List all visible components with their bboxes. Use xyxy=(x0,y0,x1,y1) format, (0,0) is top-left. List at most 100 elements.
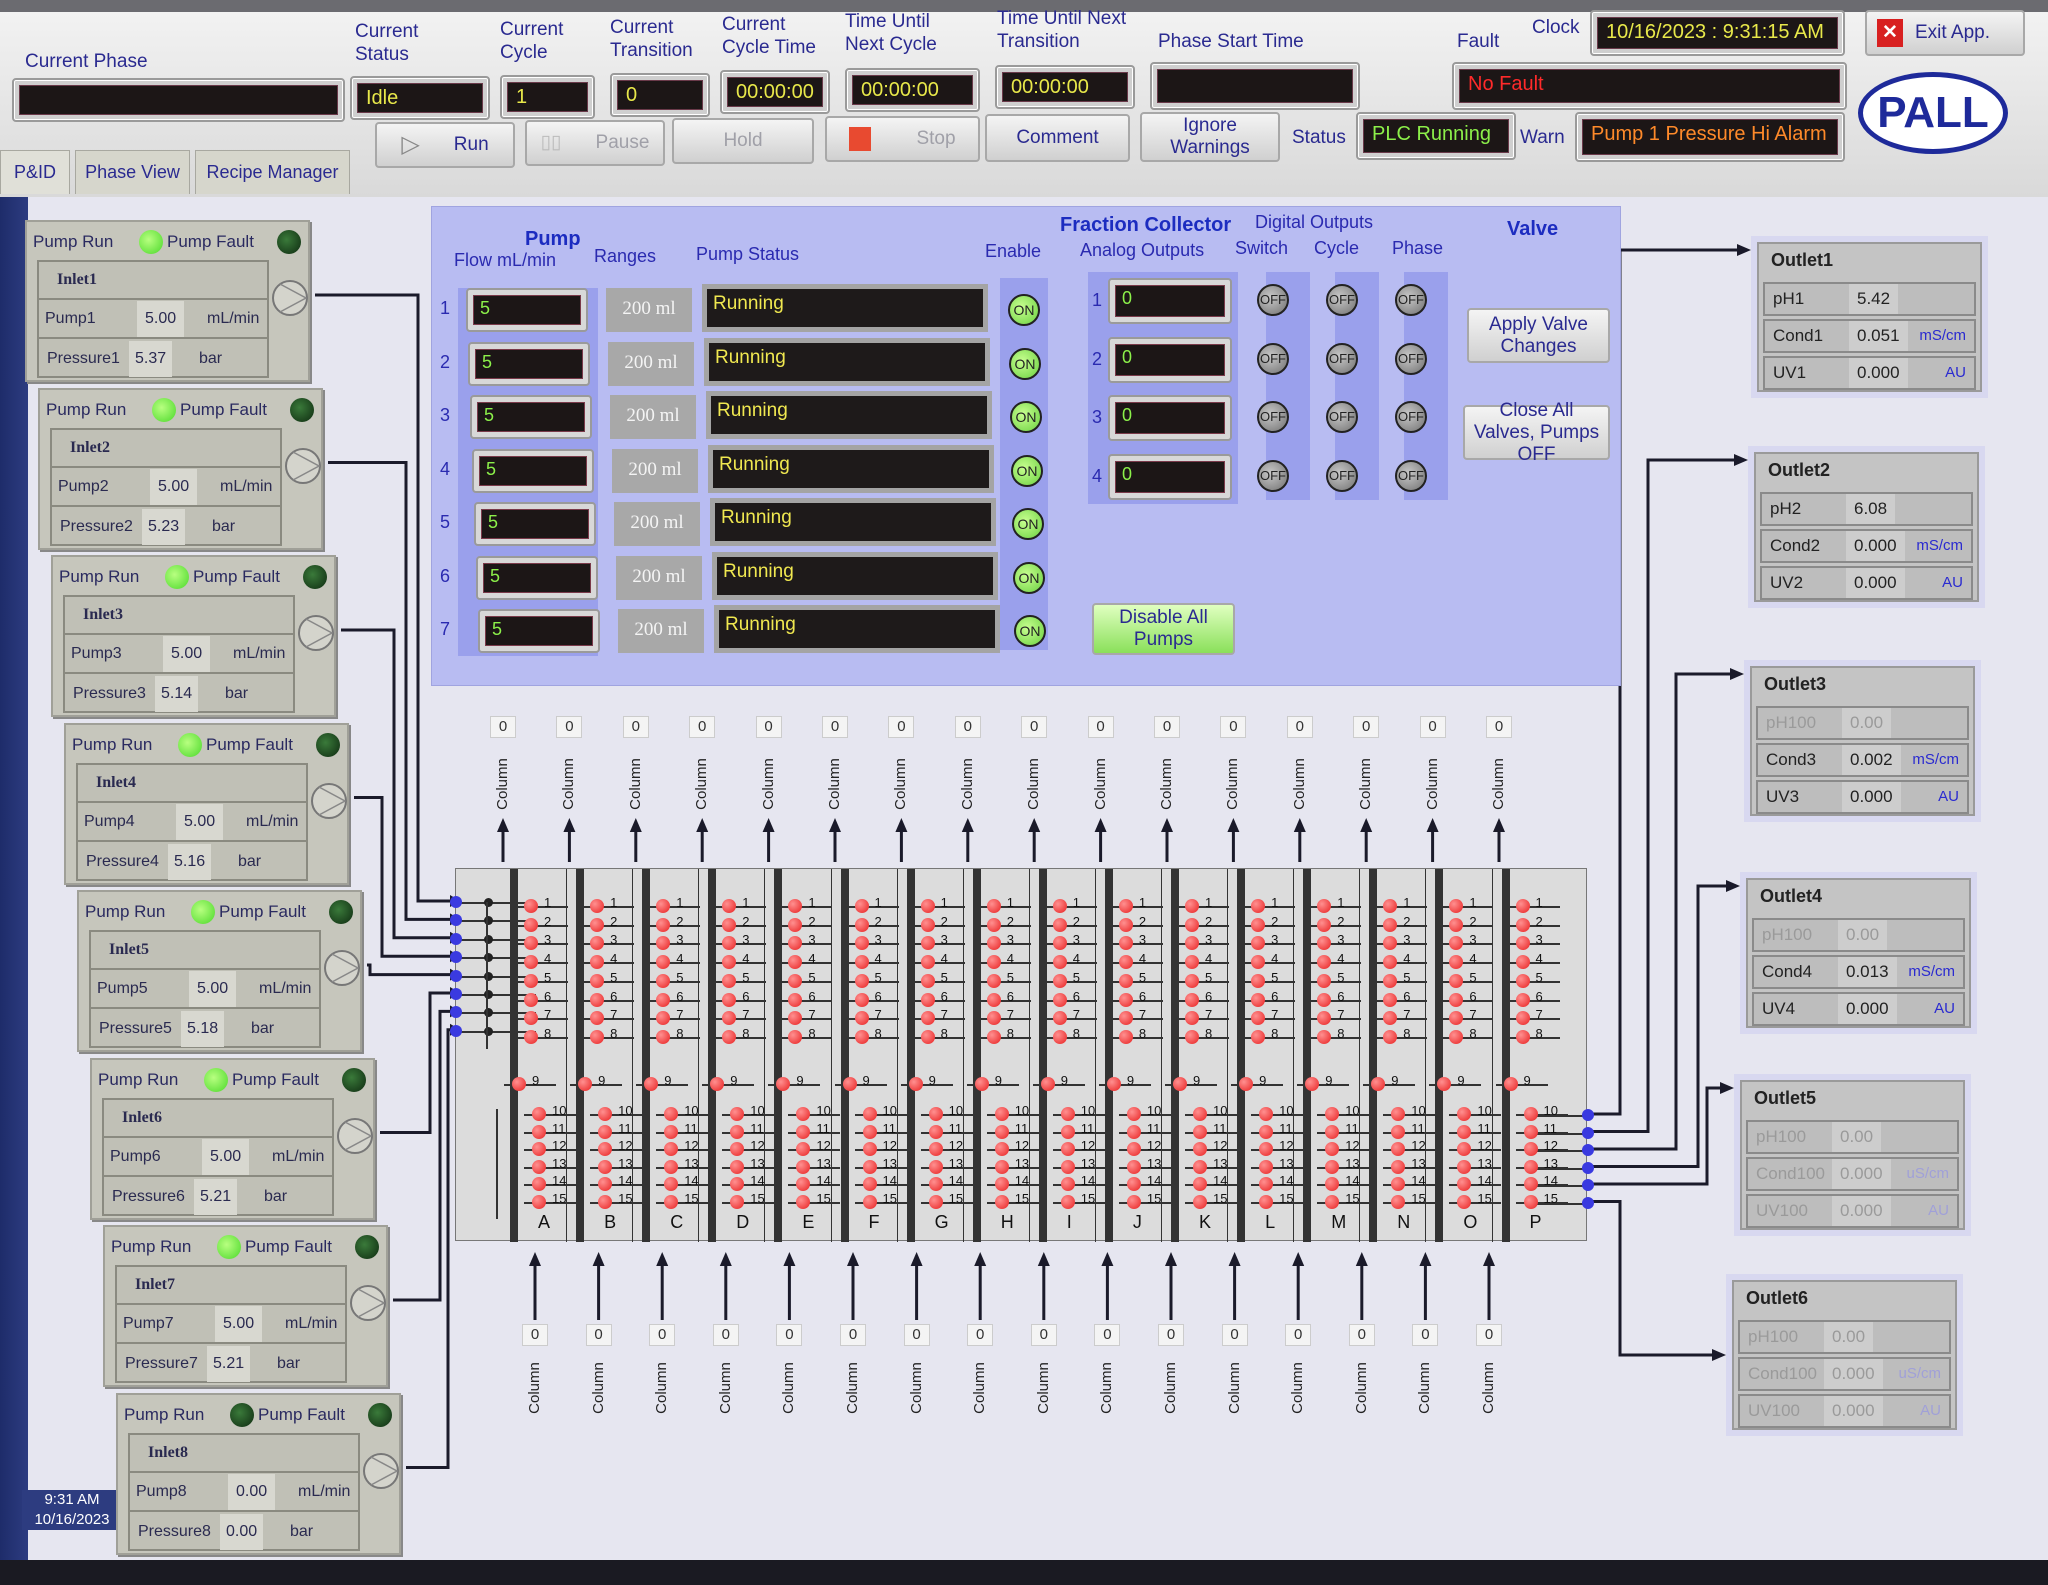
valve-icon[interactable] xyxy=(1317,899,1332,913)
valve-icon[interactable] xyxy=(1449,1011,1464,1026)
valve-icon[interactable] xyxy=(1457,1124,1472,1139)
range-select[interactable]: 200 ml xyxy=(616,555,702,600)
valve-icon[interactable] xyxy=(1449,1029,1464,1044)
valve-icon[interactable] xyxy=(1052,1029,1067,1044)
valve-icon[interactable] xyxy=(854,917,869,932)
analog-output-value[interactable]: 0 xyxy=(1115,343,1225,376)
valve-icon[interactable] xyxy=(1185,899,1199,913)
valve-icon[interactable] xyxy=(1383,899,1398,913)
valve-icon[interactable] xyxy=(1325,1142,1340,1156)
valve-icon[interactable] xyxy=(656,992,671,1007)
valve-icon[interactable] xyxy=(656,936,671,951)
valve-icon[interactable] xyxy=(532,1107,546,1121)
valve-icon[interactable] xyxy=(664,1194,679,1209)
valve-icon[interactable] xyxy=(776,1077,791,1091)
valve-icon[interactable] xyxy=(1126,1194,1141,1209)
valve-icon[interactable] xyxy=(994,1142,1009,1156)
valve-icon[interactable] xyxy=(598,1107,613,1121)
valve-icon[interactable] xyxy=(986,899,1001,913)
valve-icon[interactable] xyxy=(1185,992,1199,1007)
valve-icon[interactable] xyxy=(1391,1177,1406,1191)
valve-icon[interactable] xyxy=(920,1011,935,1026)
valve-icon[interactable] xyxy=(986,1029,1001,1044)
valve-icon[interactable] xyxy=(1251,955,1266,970)
valve-icon[interactable] xyxy=(1060,1107,1075,1121)
valve-icon[interactable] xyxy=(1383,992,1398,1007)
valve-icon[interactable] xyxy=(788,917,803,932)
valve-icon[interactable] xyxy=(1523,1177,1538,1191)
flow-input[interactable]: 5 xyxy=(468,341,590,386)
valve-icon[interactable] xyxy=(1383,1029,1398,1044)
valve-icon[interactable] xyxy=(730,1124,745,1139)
valve-icon[interactable] xyxy=(1185,936,1199,951)
valve-icon[interactable] xyxy=(1259,1159,1274,1174)
valve-icon[interactable] xyxy=(1126,1107,1141,1121)
valve-icon[interactable] xyxy=(1251,899,1266,913)
valve-icon[interactable] xyxy=(920,917,935,932)
valve-icon[interactable] xyxy=(590,1029,605,1044)
valve-icon[interactable] xyxy=(590,917,605,932)
analog-output-input[interactable]: 0 xyxy=(1108,336,1232,383)
range-select[interactable]: 200 ml xyxy=(614,502,700,546)
valve-icon[interactable] xyxy=(796,1107,811,1121)
switch-toggle[interactable]: OFF xyxy=(1257,401,1289,433)
valve-icon[interactable] xyxy=(854,899,869,913)
disable-all-pumps-button[interactable]: Disable All Pumps xyxy=(1092,603,1235,655)
valve-icon[interactable] xyxy=(1457,1194,1472,1209)
valve-icon[interactable] xyxy=(656,917,671,932)
valve-icon[interactable] xyxy=(1449,917,1464,932)
analog-output-value[interactable]: 0 xyxy=(1115,460,1225,493)
valve-icon[interactable] xyxy=(1383,1011,1398,1026)
valve-icon[interactable] xyxy=(722,955,737,970)
valve-icon[interactable] xyxy=(1391,1124,1406,1139)
valve-icon[interactable] xyxy=(656,955,671,970)
valve-icon[interactable] xyxy=(524,992,538,1007)
valve-icon[interactable] xyxy=(854,992,869,1007)
valve-icon[interactable] xyxy=(730,1159,745,1174)
valve-icon[interactable] xyxy=(1325,1124,1340,1139)
valve-icon[interactable] xyxy=(1391,1194,1406,1209)
analog-output-input[interactable]: 0 xyxy=(1108,453,1232,500)
valve-icon[interactable] xyxy=(524,955,538,970)
valve-icon[interactable] xyxy=(920,1029,935,1044)
valve-icon[interactable] xyxy=(986,955,1001,970)
valve-icon[interactable] xyxy=(1325,1159,1340,1174)
valve-icon[interactable] xyxy=(1173,1077,1187,1091)
flow-input[interactable]: 5 xyxy=(474,502,596,546)
valve-icon[interactable] xyxy=(1523,1159,1538,1174)
valve-icon[interactable] xyxy=(524,936,538,951)
valve-icon[interactable] xyxy=(1383,936,1398,951)
valve-icon[interactable] xyxy=(788,899,803,913)
valve-icon[interactable] xyxy=(1259,1124,1274,1139)
valve-icon[interactable] xyxy=(1126,1142,1141,1156)
valve-icon[interactable] xyxy=(1383,955,1398,970)
valve-icon[interactable] xyxy=(986,936,1001,951)
valve-icon[interactable] xyxy=(590,899,605,913)
valve-icon[interactable] xyxy=(656,1011,671,1026)
valve-icon[interactable] xyxy=(842,1077,857,1091)
valve-icon[interactable] xyxy=(524,1011,538,1026)
flow-input[interactable]: 5 xyxy=(472,448,594,493)
valve-icon[interactable] xyxy=(590,955,605,970)
valve-icon[interactable] xyxy=(854,955,869,970)
valve-icon[interactable] xyxy=(928,1124,943,1139)
valve-icon[interactable] xyxy=(994,1107,1009,1121)
cycle-toggle[interactable]: OFF xyxy=(1326,459,1358,492)
valve-icon[interactable] xyxy=(908,1077,923,1091)
valve-icon[interactable] xyxy=(796,1194,811,1209)
valve-icon[interactable] xyxy=(524,973,538,988)
valve-icon[interactable] xyxy=(1259,1194,1274,1209)
valve-icon[interactable] xyxy=(730,1142,745,1156)
valve-icon[interactable] xyxy=(920,936,935,951)
valve-icon[interactable] xyxy=(854,1011,869,1026)
valve-icon[interactable] xyxy=(722,936,737,951)
valve-icon[interactable] xyxy=(1060,1142,1075,1156)
valve-icon[interactable] xyxy=(986,992,1001,1007)
valve-icon[interactable] xyxy=(1325,1177,1340,1191)
valve-icon[interactable] xyxy=(986,973,1001,988)
valve-icon[interactable] xyxy=(920,899,935,913)
valve-icon[interactable] xyxy=(656,899,671,913)
valve-icon[interactable] xyxy=(1251,973,1266,988)
range-select[interactable]: 200 ml xyxy=(612,448,698,493)
valve-icon[interactable] xyxy=(1251,1011,1266,1026)
